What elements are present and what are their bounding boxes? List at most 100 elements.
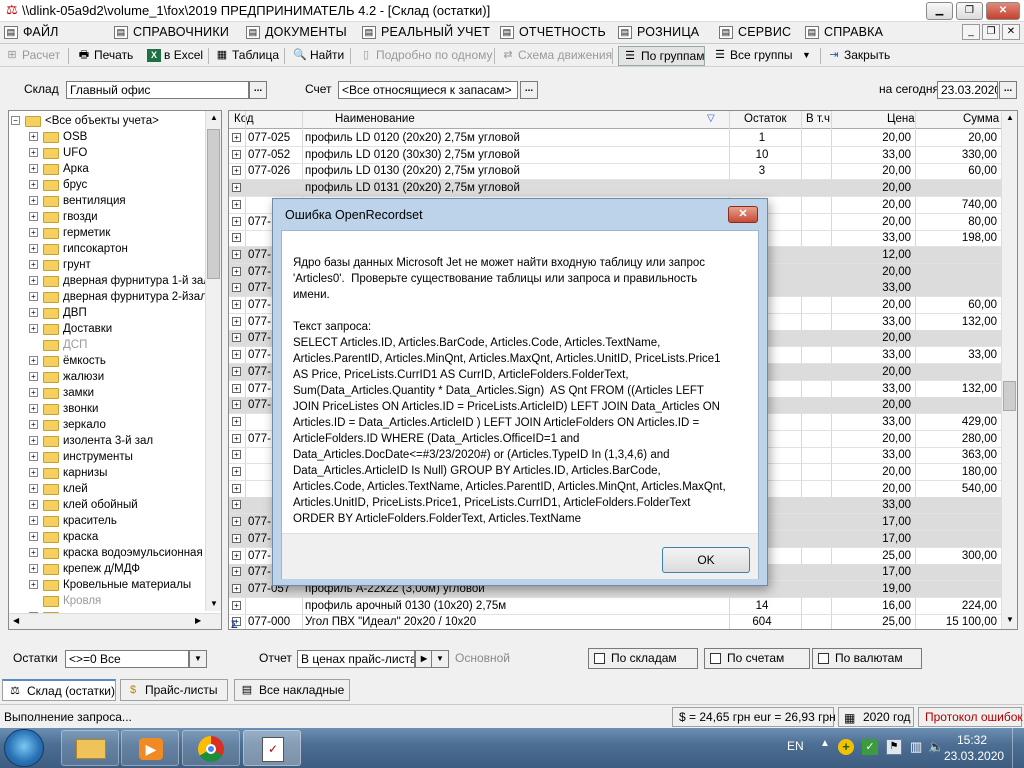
find-button[interactable]: 🔍 Найти xyxy=(292,46,344,66)
row-expand-icon[interactable]: + xyxy=(232,467,241,476)
tab-all-invoices[interactable]: ▤ Все накладные xyxy=(234,679,350,701)
scroll-left-icon[interactable]: ◀ xyxy=(13,616,19,625)
chrome-taskbar-button[interactable] xyxy=(182,730,240,766)
scroll-right-icon[interactable]: ▶ xyxy=(195,616,201,625)
tray-app-icon[interactable]: + xyxy=(838,739,854,755)
row-expand-icon[interactable]: + xyxy=(232,483,241,493)
col-incl[interactable]: В т.ч xyxy=(806,113,830,125)
table-row[interactable]: +077-000 Угол ПВХ "Идеал" 20x20 / 10x20 60… xyxy=(229,614,1001,629)
menu-real-accounting[interactable]: ▤ РЕАЛЬНЫЙ УЧЕТ xyxy=(362,25,490,42)
excel-button[interactable]: Xв Excel xyxy=(146,46,203,66)
error-log-button[interactable]: Протокол ошибок xyxy=(918,707,1023,727)
warehouse-browse-button[interactable]: ... xyxy=(249,81,267,99)
row-expand-icon[interactable]: + xyxy=(232,550,241,560)
row-expand-icon[interactable]: + xyxy=(232,249,241,259)
expand-icon[interactable]: + xyxy=(29,228,38,237)
security-icon[interactable]: ✓ xyxy=(862,739,878,755)
table-row[interactable]: + профиль арочный 0130 (10x20) 2,75м 14 16,… xyxy=(229,598,1001,615)
maximize-button[interactable]: ❐ xyxy=(956,2,983,20)
year-indicator[interactable]: ▦ 2020 год xyxy=(838,707,914,727)
tree-item[interactable]: Кровля xyxy=(9,593,209,609)
account-field[interactable]: <Все относящиеся к запасам> xyxy=(338,81,518,99)
detail-button[interactable]: ▯ Подробно по одному xyxy=(358,46,493,66)
menu-retail[interactable]: ▤ РОЗНИЦА xyxy=(618,25,699,42)
tree-hscrollbar[interactable]: ◀ ▶ xyxy=(9,613,221,629)
expand-icon[interactable]: + xyxy=(29,372,38,381)
row-expand-icon[interactable]: + xyxy=(232,450,241,460)
expand-icon[interactable]: + xyxy=(29,452,38,461)
expand-icon[interactable]: + xyxy=(29,292,38,301)
balance-select[interactable]: <>=0 Все xyxy=(65,650,189,668)
by-accounts-checkbox[interactable]: По счетам xyxy=(704,648,810,669)
row-expand-icon[interactable]: + xyxy=(232,583,241,593)
tree-item[interactable]: + зеркало xyxy=(9,417,209,433)
menu-help[interactable]: ▤ СПРАВКА xyxy=(805,25,883,42)
clock-time[interactable]: 15:32 xyxy=(957,733,987,747)
col-qty[interactable]: Остаток xyxy=(744,113,787,125)
grid-scroll-thumb[interactable] xyxy=(1003,381,1016,411)
tree-item[interactable]: + дверная фурнитура 2-йзал xyxy=(9,289,209,305)
tree-item[interactable]: + клей xyxy=(9,481,209,497)
row-expand-icon[interactable]: + xyxy=(232,149,241,159)
filter-icon[interactable]: ▽ xyxy=(707,113,715,124)
balance-dropdown-arrow[interactable]: ▼ xyxy=(189,650,207,668)
windows-start-icon[interactable] xyxy=(4,729,44,767)
report-dropdown-arrow[interactable]: ▼ xyxy=(431,650,449,668)
tree-item[interactable]: + краситель xyxy=(9,513,209,529)
mdi-restore-button[interactable]: ❐ xyxy=(982,24,1000,40)
tree-item[interactable]: + дверная фурнитура 1-й зал xyxy=(9,273,210,289)
row-expand-icon[interactable]: + xyxy=(232,416,241,426)
tree-item[interactable]: + крепеж д/МДФ xyxy=(9,561,209,577)
by-groups-button[interactable]: ☰ По группам xyxy=(618,46,706,66)
menu-documents[interactable]: ▤ ДОКУМЕНТЫ xyxy=(246,25,347,42)
tab-price-lists[interactable]: $ Прайс-листы xyxy=(120,679,228,701)
tree-item[interactable]: + жалюзи xyxy=(9,369,209,385)
expand-icon[interactable]: + xyxy=(29,164,38,173)
table-row[interactable]: +077-052 профиль LD 0120 (30x30) 2,75м уг… xyxy=(229,147,1001,164)
tree-item[interactable]: + грунт xyxy=(9,257,209,273)
expand-icon[interactable]: + xyxy=(29,180,38,189)
tree-item[interactable]: + Арка xyxy=(9,161,209,177)
expand-icon[interactable]: + xyxy=(29,388,38,397)
clock-date[interactable]: 23.03.2020 xyxy=(944,749,1004,763)
expand-icon[interactable]: + xyxy=(29,468,38,477)
row-expand-icon[interactable]: + xyxy=(232,567,241,577)
row-expand-icon[interactable]: + xyxy=(232,300,241,309)
tree-item[interactable]: + звонки xyxy=(9,401,209,417)
row-expand-icon[interactable]: + xyxy=(232,400,241,410)
expand-icon[interactable]: + xyxy=(29,324,38,333)
row-expand-icon[interactable]: + xyxy=(232,350,241,360)
close-window-button[interactable]: ✕ xyxy=(986,2,1020,20)
action-center-icon[interactable]: ⚑ xyxy=(886,739,902,755)
expand-icon[interactable]: + xyxy=(29,244,38,253)
col-sum[interactable]: Сумма xyxy=(963,113,999,125)
row-expand-icon[interactable]: + xyxy=(232,183,241,193)
row-expand-icon[interactable]: + xyxy=(232,133,241,142)
menu-directories[interactable]: ▤ СПРАВОЧНИКИ xyxy=(114,25,229,42)
tree-item[interactable]: + ёмкость xyxy=(9,353,209,369)
tray-expand-icon[interactable]: ▲ xyxy=(820,738,830,749)
warehouse-field[interactable]: Главный офис xyxy=(66,81,249,99)
table-row[interactable]: +077-026 профиль LD 0130 (20x20) 2,75м уг… xyxy=(229,163,1001,181)
expand-icon[interactable]: + xyxy=(29,132,38,141)
account-browse-button[interactable]: ... xyxy=(520,81,538,99)
col-code[interactable]: Код xyxy=(234,113,254,125)
tree-item[interactable]: ДСП xyxy=(9,337,209,353)
expand-icon[interactable]: + xyxy=(29,196,38,205)
tree-item[interactable]: + герметик xyxy=(9,225,209,241)
tree-item[interactable]: + гвозди xyxy=(9,209,209,225)
report-select[interactable]: В ценах прайс-листа xyxy=(297,650,415,668)
tree-item[interactable]: + инструменты xyxy=(9,449,209,465)
by-currencies-checkbox[interactable]: По валютам xyxy=(812,648,922,669)
table-row[interactable]: +077-025 профиль LD 0120 (20x20) 2,75м уг… xyxy=(229,130,1001,147)
calc-button[interactable]: ⊞ Расчет xyxy=(4,46,60,66)
tree-item[interactable]: + карнизы xyxy=(9,465,209,481)
tree-item[interactable]: + замки xyxy=(9,385,209,401)
expand-icon[interactable]: + xyxy=(29,148,38,157)
expand-icon[interactable]: + xyxy=(29,548,38,557)
show-desktop-button[interactable] xyxy=(1012,728,1024,768)
menu-service[interactable]: ▤ СЕРВИС xyxy=(719,25,791,42)
tree-scrollbar[interactable]: ▲ ▼ xyxy=(205,111,221,611)
mdi-close-button[interactable]: ✕ xyxy=(1002,24,1020,40)
grid-scrollbar[interactable]: ▲ ▼ xyxy=(1001,111,1017,629)
